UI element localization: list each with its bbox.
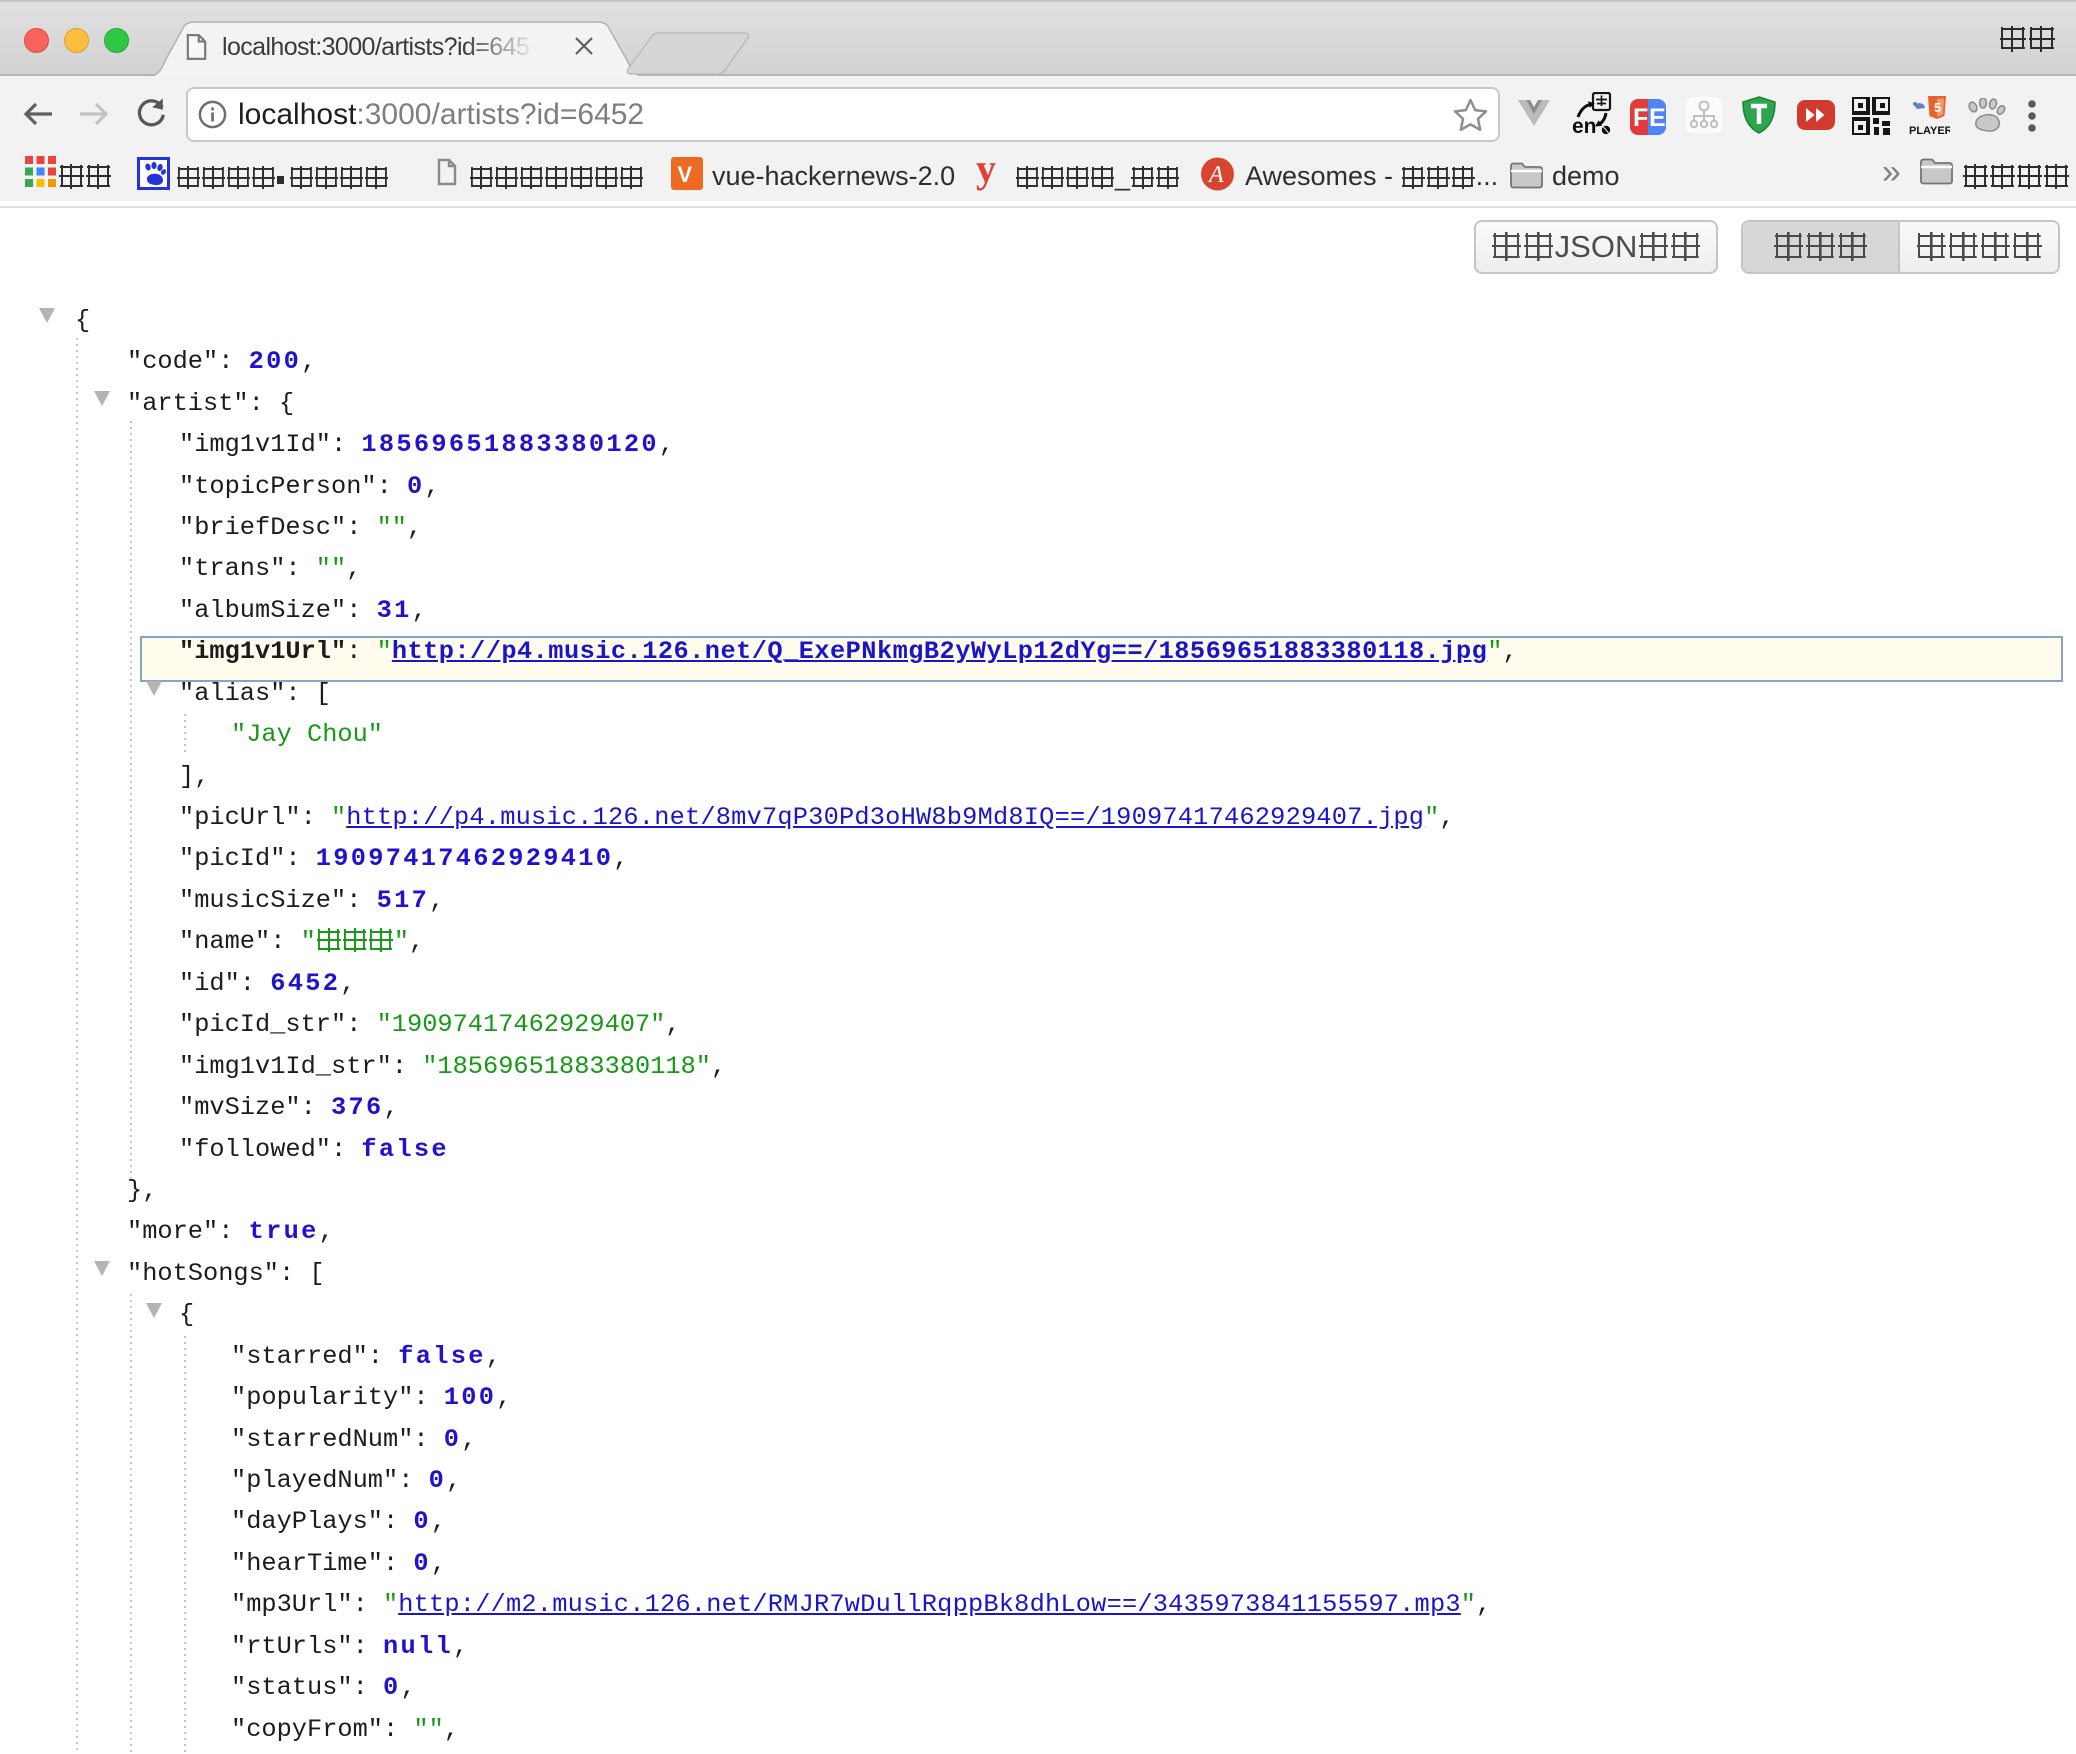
svg-text:E: E [1649, 104, 1666, 132]
svg-text:5: 5 [1934, 100, 1941, 115]
svg-text:en: en [1572, 115, 1597, 136]
svg-text:A: A [1207, 162, 1224, 188]
svg-text:F: F [1633, 104, 1648, 132]
svg-text:y: y [976, 154, 996, 191]
svg-text:PLAYER: PLAYER [1909, 125, 1950, 136]
svg-text:V: V [678, 162, 693, 187]
